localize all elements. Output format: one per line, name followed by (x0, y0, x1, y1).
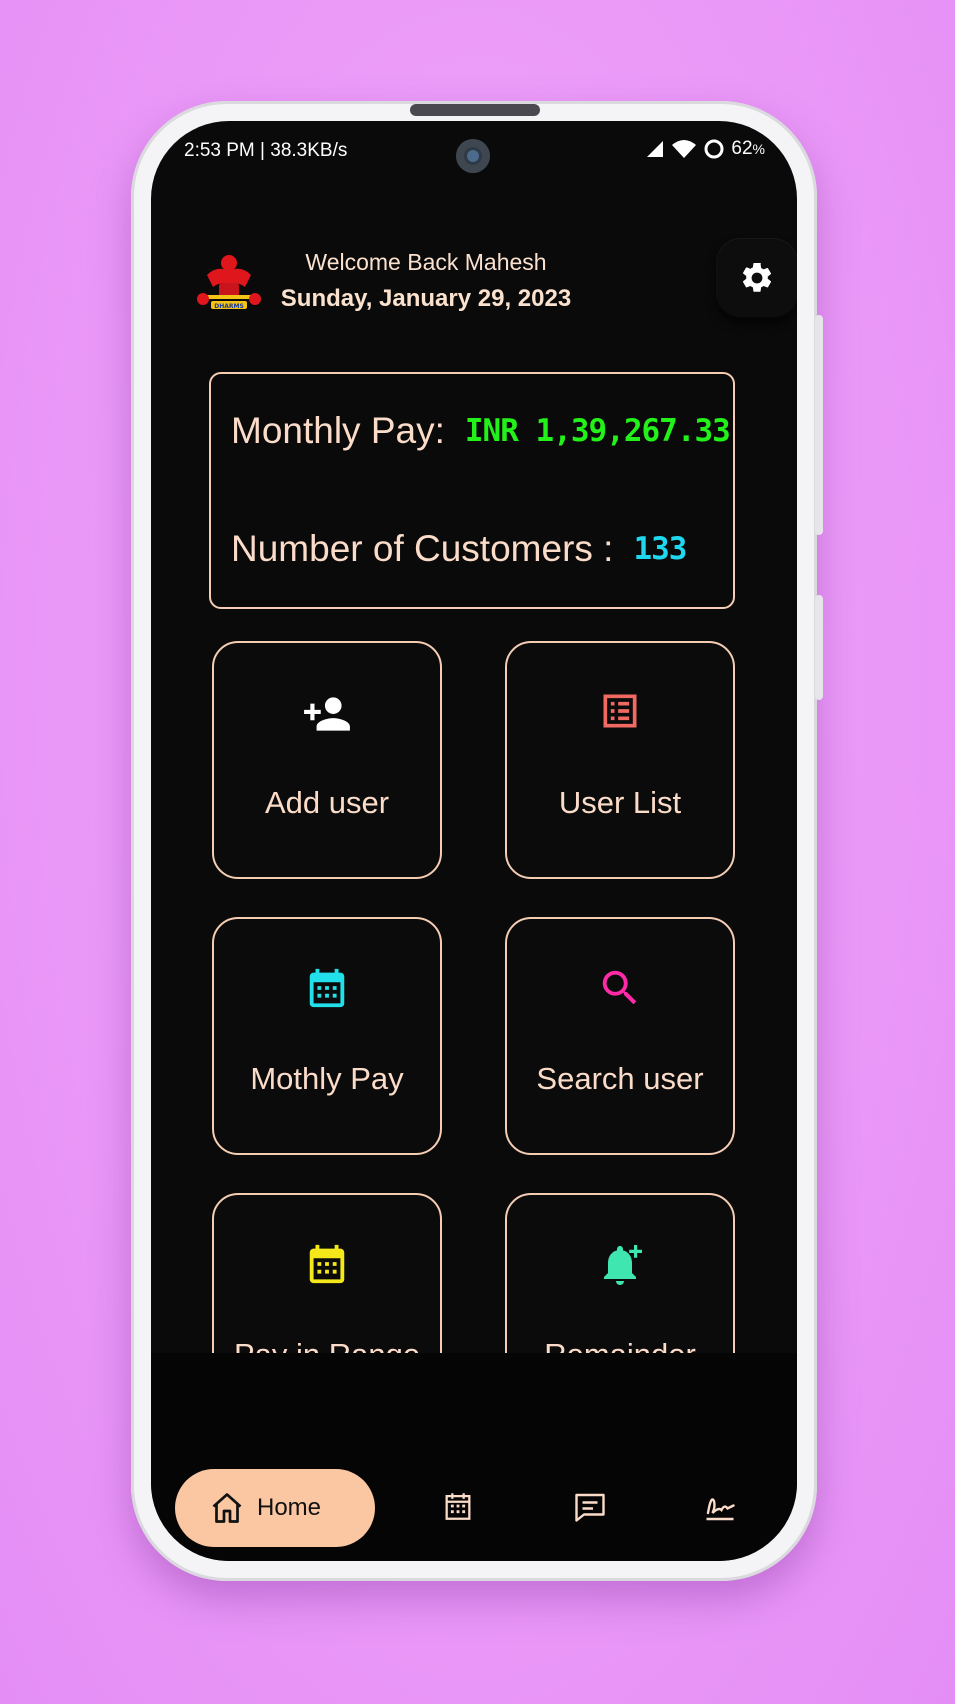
add-user-tile[interactable]: Add user (212, 641, 442, 879)
monthly-pay-tile-label: Mothly Pay (250, 1061, 404, 1096)
customers-label: Number of Customers : (231, 528, 614, 569)
battery-percent: 62 (731, 138, 753, 159)
add-user-label: Add user (264, 785, 390, 820)
status-time: 2:53 PM | 38.3KB/s (184, 140, 348, 161)
calendar-icon[interactable] (441, 1489, 475, 1523)
summary-card: Monthly Pay: INR 1,39,267.33 Number of C… (209, 372, 735, 609)
signal-icon (647, 141, 664, 157)
list-icon (603, 694, 637, 728)
nav-home-label: Home (257, 1494, 322, 1521)
bell-add-icon (604, 1245, 642, 1285)
home-icon (212, 1493, 242, 1523)
logo-text: DHARMS (214, 303, 244, 310)
settings-button[interactable] (717, 239, 797, 317)
search-icon (602, 970, 637, 1005)
search-user-label: Search user (536, 1061, 704, 1096)
customers-value: 133 (633, 531, 687, 567)
nav-home-button[interactable]: Home (175, 1469, 375, 1547)
front-camera (456, 139, 490, 173)
add-user-icon (304, 697, 350, 731)
current-date: Sunday, January 29, 2023 (280, 285, 572, 312)
customers-row: Number of Customers : 133 (231, 528, 713, 570)
gear-icon (742, 262, 772, 292)
speaker-grille (410, 104, 540, 116)
power-button (815, 595, 823, 700)
monthly-pay-row: Monthly Pay: INR 1,39,267.33 (231, 410, 731, 452)
battery-ring-icon (704, 139, 724, 159)
search-user-tile[interactable]: Search user (505, 917, 735, 1155)
monthly-pay-value: INR 1,39,267.33 (464, 413, 731, 449)
battery-unit: % (752, 141, 765, 157)
calendar-icon (309, 1244, 345, 1284)
signature-icon[interactable] (701, 1489, 739, 1525)
welcome-text: Welcome Back Mahesh (305, 249, 547, 275)
gym-logo: DHARMS (197, 255, 261, 310)
user-list-label: User List (558, 785, 682, 820)
status-icons: 62% (645, 138, 765, 160)
monthly-pay-label: Monthly Pay: (231, 410, 445, 451)
user-list-tile[interactable]: User List (505, 641, 735, 879)
monthly-pay-tile[interactable]: Mothly Pay (212, 917, 442, 1155)
message-icon[interactable] (571, 1489, 609, 1525)
volume-button (815, 315, 823, 535)
app-screen: 2:53 PM | 38.3KB/s 62% DHARMS Welcome Ba… (151, 121, 797, 1561)
calendar-icon (309, 968, 345, 1008)
wifi-icon (672, 140, 697, 158)
